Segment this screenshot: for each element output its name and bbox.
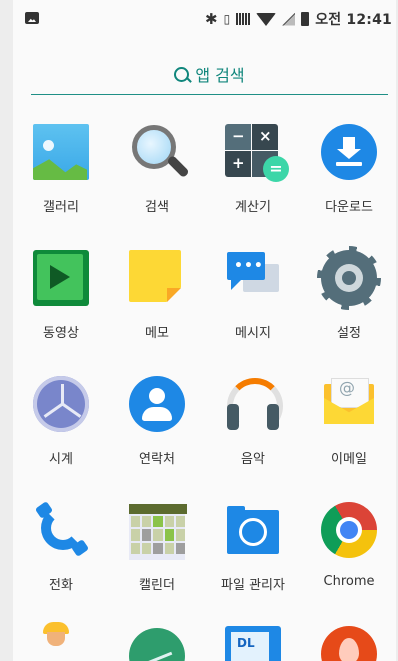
wifi-icon — [256, 12, 277, 26]
app-label: 메모 — [145, 326, 169, 341]
image-notification-icon — [25, 12, 39, 24]
app-label: 파일 관리자 — [221, 578, 285, 593]
clock-icon — [33, 376, 89, 432]
dl-app-icon: DL — [225, 626, 281, 661]
app-label: 계산기 — [235, 200, 271, 215]
battery-icon — [301, 12, 310, 26]
bluetooth-icon: ✱ — [205, 10, 218, 28]
file-manager-icon — [225, 502, 281, 558]
app-chrome[interactable]: Chrome — [301, 502, 396, 589]
download-icon — [321, 124, 377, 180]
search-icon — [174, 66, 190, 82]
contacts-icon — [129, 376, 185, 432]
app-settings[interactable]: 설정 — [301, 246, 396, 341]
app-clock[interactable]: 시계 — [13, 376, 109, 467]
status-time: 오전 12:41 — [315, 12, 392, 28]
app-phone[interactable]: 전화 — [13, 501, 109, 593]
fire-app-icon — [321, 626, 377, 661]
app-label: 연락처 — [139, 452, 175, 467]
calculator-icon: − × + = — [225, 124, 289, 182]
app-label: 동영상 — [43, 326, 79, 341]
app-worker[interactable] — [13, 622, 109, 661]
nfc-bars-icon — [236, 13, 251, 25]
app-label: 전화 — [49, 578, 73, 593]
app-chart[interactable] — [109, 628, 205, 661]
gallery-icon — [33, 124, 89, 180]
chart-app-icon — [129, 628, 185, 661]
app-search-label: 앱 검색 — [195, 66, 245, 85]
app-drawer: ✱ ▯ 오전 12:41 앱 검색 갤러리 검색 − × + = 계산기 다운로… — [13, 0, 396, 661]
app-dl[interactable]: DL — [205, 626, 301, 661]
app-file-manager[interactable]: 파일 관리자 — [205, 502, 301, 593]
app-label: 설정 — [337, 326, 361, 341]
app-label: 이메일 — [331, 452, 367, 467]
app-calendar[interactable]: 캘린더 — [109, 502, 205, 593]
app-memo[interactable]: 메모 — [109, 250, 205, 341]
chrome-icon — [321, 502, 377, 558]
status-bar: ✱ ▯ 오전 12:41 — [13, 0, 396, 38]
app-video[interactable]: 동영상 — [13, 250, 109, 341]
app-label: 캘린더 — [139, 578, 175, 593]
app-contacts[interactable]: 연락처 — [109, 376, 205, 467]
app-gallery[interactable]: 갤러리 — [13, 124, 109, 215]
app-email[interactable]: @ 이메일 — [301, 376, 396, 467]
search-app-icon — [129, 124, 190, 180]
status-icons: ✱ ▯ 오전 12:41 — [205, 9, 392, 29]
app-download[interactable]: 다운로드 — [301, 124, 396, 215]
app-label: 음악 — [241, 452, 265, 467]
app-search-bar[interactable]: 앱 검색 — [31, 54, 388, 95]
calendar-icon — [129, 504, 187, 560]
video-icon — [33, 250, 89, 306]
no-signal-icon — [282, 12, 296, 26]
message-icon: ••• — [225, 250, 281, 306]
phone-icon — [33, 501, 90, 558]
app-music[interactable]: 음악 — [205, 376, 301, 467]
email-icon: @ — [321, 376, 377, 432]
app-search[interactable]: 검색 — [109, 124, 205, 215]
vibrate-icon: ▯ — [223, 12, 231, 26]
app-label: 메시지 — [235, 326, 271, 341]
app-fire[interactable] — [301, 626, 396, 661]
memo-icon — [129, 250, 185, 306]
worker-app-icon — [33, 622, 89, 661]
app-message[interactable]: ••• 메시지 — [205, 250, 301, 341]
app-label: 갤러리 — [43, 200, 79, 215]
music-icon — [225, 376, 283, 434]
app-label: Chrome — [323, 574, 375, 589]
settings-icon — [317, 246, 381, 310]
app-label: 시계 — [49, 452, 73, 467]
app-calculator[interactable]: − × + = 계산기 — [205, 124, 301, 215]
app-label: 다운로드 — [325, 200, 373, 215]
app-label: 검색 — [145, 200, 169, 215]
